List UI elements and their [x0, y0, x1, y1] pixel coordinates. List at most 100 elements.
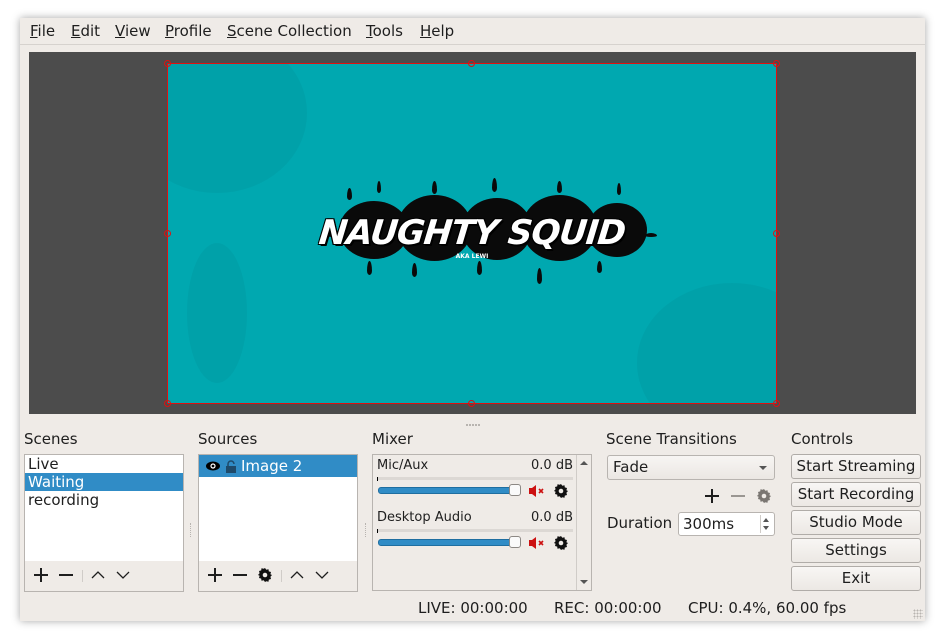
menu-view[interactable]: View — [115, 22, 151, 40]
duration-value: 300ms — [683, 515, 735, 533]
volume-meter — [377, 477, 573, 481]
volume-slider-handle[interactable] — [509, 536, 521, 548]
scenes-toolbar — [25, 561, 183, 591]
move-scene-down-button[interactable] — [113, 565, 133, 585]
menu-bar: File Edit View Profile Scene Collection … — [20, 18, 925, 45]
volume-slider[interactable] — [378, 487, 515, 494]
audio-mixer: Mic/Aux 0.0 dB Desktop Audio 0.0 dB — [372, 454, 592, 591]
mixer-scrollbar[interactable] — [576, 455, 591, 590]
resize-handle-top-left[interactable] — [164, 60, 171, 67]
studio-mode-button[interactable]: Studio Mode — [791, 510, 921, 535]
resize-handle-top[interactable] — [468, 60, 475, 67]
volume-slider[interactable] — [378, 539, 515, 546]
duration-label: Duration — [607, 514, 673, 532]
muted-speaker-icon[interactable] — [528, 536, 546, 550]
transition-selected-value: Fade — [613, 458, 649, 476]
gear-icon[interactable] — [553, 483, 569, 499]
minus-icon — [59, 574, 73, 576]
channel-level: 0.0 dB — [531, 458, 573, 473]
chevron-up-icon — [91, 571, 105, 579]
volume-slider-handle[interactable] — [509, 484, 521, 496]
settings-button[interactable]: Settings — [791, 538, 921, 563]
source-properties-button[interactable] — [255, 565, 275, 585]
minus-icon — [731, 495, 745, 497]
eye-icon[interactable] — [205, 460, 221, 472]
unlock-icon[interactable] — [225, 459, 237, 473]
add-scene-button[interactable] — [31, 565, 51, 585]
move-source-up-button[interactable] — [287, 565, 307, 585]
gear-icon[interactable] — [553, 535, 569, 551]
add-transition-button[interactable] — [702, 486, 722, 506]
move-scene-up-button[interactable] — [88, 565, 108, 585]
resize-handle-top-right[interactable] — [773, 60, 780, 67]
source-item[interactable]: Image 2 — [199, 455, 357, 477]
dock-splitter[interactable] — [190, 523, 193, 537]
sources-list[interactable]: Image 2 — [198, 454, 358, 592]
transition-select[interactable]: Fade — [607, 455, 775, 480]
sources-toolbar — [199, 561, 357, 591]
remove-source-button[interactable] — [230, 565, 250, 585]
chevron-down-icon — [315, 571, 329, 579]
source-name: Image 2 — [241, 457, 303, 475]
menu-file[interactable]: File — [30, 22, 55, 40]
obs-main-window: File Edit View Profile Scene Collection … — [20, 18, 925, 621]
resize-handle-left[interactable] — [164, 230, 171, 237]
menu-scene-collection[interactable]: Scene Collection — [227, 22, 352, 40]
resize-handle-right[interactable] — [773, 230, 780, 237]
resize-handle-bottom[interactable] — [468, 400, 475, 407]
increment-arrow-icon[interactable] — [763, 518, 769, 522]
scenes-title: Scenes — [24, 430, 78, 448]
menu-profile[interactable]: Profile — [165, 22, 212, 40]
resize-handle-bottom-right[interactable] — [773, 400, 780, 407]
background-splat — [167, 63, 307, 193]
plus-icon — [208, 568, 222, 582]
transition-properties-button[interactable] — [754, 486, 774, 506]
exit-button[interactable]: Exit — [791, 566, 921, 591]
dock-splitter[interactable] — [365, 523, 368, 537]
scene-item-recording[interactable]: recording — [25, 491, 183, 509]
controls-title: Controls — [791, 430, 854, 448]
start-recording-button[interactable]: Start Recording — [791, 482, 921, 507]
spin-arrows[interactable] — [760, 515, 772, 533]
scene-item-waiting[interactable]: Waiting — [25, 473, 183, 491]
sources-title: Sources — [198, 430, 258, 448]
scroll-down-arrow-icon[interactable] — [580, 580, 588, 584]
chevron-down-icon — [116, 571, 130, 579]
resize-handle-bottom-left[interactable] — [164, 400, 171, 407]
menu-tools[interactable]: Tools — [366, 22, 403, 40]
channel-name: Mic/Aux — [377, 458, 429, 473]
channel-level: 0.0 dB — [531, 510, 573, 525]
remove-transition-button[interactable] — [728, 486, 748, 506]
background-splat — [187, 243, 247, 383]
menu-help[interactable]: Help — [420, 22, 454, 40]
scenes-list[interactable]: Live Waiting recording — [24, 454, 184, 592]
menu-edit[interactable]: Edit — [71, 22, 100, 40]
cpu-fps-status: CPU: 0.4%, 60.00 fps — [688, 599, 847, 617]
logo-title: NAUGHTY SQUID — [317, 213, 627, 253]
plus-icon — [705, 489, 719, 503]
decrement-arrow-icon[interactable] — [763, 526, 769, 530]
preview-area[interactable]: NAUGHTY SQUID AKA LEWI — [29, 52, 916, 414]
move-source-down-button[interactable] — [312, 565, 332, 585]
scene-item-live[interactable]: Live — [25, 455, 183, 473]
toolbar-separator — [82, 570, 83, 582]
splitter-handle[interactable] — [466, 424, 480, 427]
minus-icon — [233, 574, 247, 576]
background-splat — [637, 283, 777, 404]
remove-scene-button[interactable] — [56, 565, 76, 585]
muted-speaker-icon[interactable] — [528, 484, 546, 498]
chevron-up-icon — [290, 571, 304, 579]
start-streaming-button[interactable]: Start Streaming — [791, 454, 921, 479]
add-source-button[interactable] — [205, 565, 225, 585]
toolbar-separator — [281, 570, 282, 582]
resize-grip[interactable] — [913, 609, 923, 619]
plus-icon — [34, 568, 48, 582]
logo-subtitle: AKA LEWI — [455, 253, 489, 260]
gear-icon — [757, 489, 771, 503]
volume-meter — [377, 529, 573, 533]
duration-spinbox[interactable]: 300ms — [678, 512, 775, 536]
chevron-down-icon — [759, 466, 767, 470]
rec-timer: REC: 00:00:00 — [554, 599, 662, 617]
scroll-up-arrow-icon[interactable] — [580, 461, 588, 465]
preview-canvas[interactable]: NAUGHTY SQUID AKA LEWI — [167, 63, 777, 404]
